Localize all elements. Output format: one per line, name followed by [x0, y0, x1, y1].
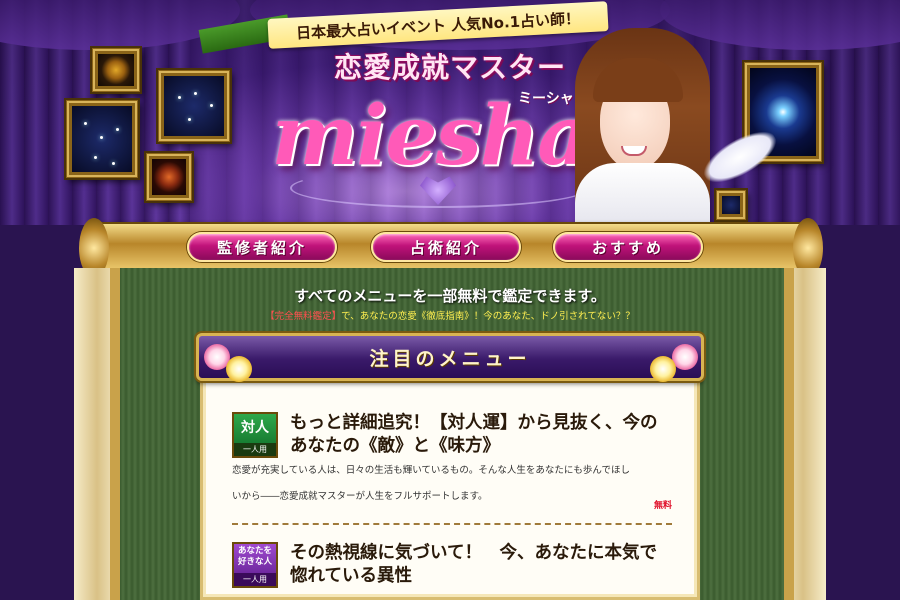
constellation-frame-image [66, 100, 138, 178]
menu-item[interactable]: 対人 一人用 もっと詳細追究！【対人運】から見抜く、今のあなたの《敵》と《味方》… [232, 410, 672, 515]
free-reading-tag[interactable]: 【完全無料鑑定】 [265, 311, 341, 322]
badge-label: 対人 [241, 420, 269, 436]
badge-label: あなたを好きな人 [237, 546, 272, 567]
constellation-frame-image [158, 70, 230, 142]
flower-icon [650, 356, 676, 382]
section-title: 注目のメニュー [369, 347, 531, 370]
menu-item-title[interactable]: その熱視線に気づいて！ 今、あなたに本気で惚れている異性 [290, 542, 670, 588]
loved-one-badge: あなたを好きな人 一人用 [232, 542, 278, 588]
menu-item[interactable]: あなたを好きな人 一人用 その熱視線に気づいて！ 今、あなたに本気で惚れている異… [232, 540, 672, 600]
logo-furigana: ミーシャ [518, 91, 574, 107]
menu-item-title[interactable]: もっと詳細追究！【対人運】から見抜く、今のあなたの《敵》と《味方》 [290, 412, 670, 458]
nav-divination-button[interactable]: 占術紹介 [371, 232, 521, 262]
fortune-teller-portrait [575, 28, 710, 225]
featured-menu-header: 注目のメニュー [196, 333, 704, 381]
free-reading-link[interactable]: 【完全無料鑑定】で、あなたの恋愛《徹底指南》！今のあなた、ドノ引されてない？？ [200, 308, 700, 322]
badge-sublabel: 一人用 [234, 573, 276, 586]
menu-item-description: 恋愛が充実している人は、日々の生活も輝いているもの。そんな人生をあなたにも歩んで… [232, 458, 672, 510]
description-line: 恋愛が充実している人は、日々の生活も輝いているもの。そんな人生をあなたにも歩んで… [232, 465, 630, 476]
header: 日本最大占いイベント 人気No.1占い師！ 恋愛成就マスター miesha ミー… [0, 0, 900, 225]
price-label: 無料 [653, 501, 672, 511]
free-reading-text[interactable]: で、あなたの恋愛《徹底指南》！今のあなた、ドノ引されてない？？ [341, 311, 635, 322]
flower-icon [226, 356, 252, 382]
small-frame-image [716, 190, 746, 220]
free-menu-banner: すべてのメニューを一部無料で鑑定できます。 [294, 287, 606, 305]
portrait-shirt [575, 163, 710, 225]
moon-frame-image [92, 48, 140, 92]
item-divider [232, 523, 672, 525]
flower-icon [672, 344, 698, 370]
description-line: いから――恋愛成就マスターが人生をフルサポートします。 [232, 491, 488, 502]
planet-frame-image [146, 153, 192, 201]
nav-supervisor-button[interactable]: 監修者紹介 [187, 232, 337, 262]
site-subtitle: 恋愛成就マスター [333, 51, 566, 84]
main-navigation: 監修者紹介 占術紹介 おすすめ [79, 218, 823, 278]
nav-recommend-button[interactable]: おすすめ [553, 232, 703, 262]
badge-sublabel: 一人用 [234, 443, 276, 456]
portrait-hair [593, 58, 683, 102]
interpersonal-badge: 対人 一人用 [232, 412, 278, 458]
